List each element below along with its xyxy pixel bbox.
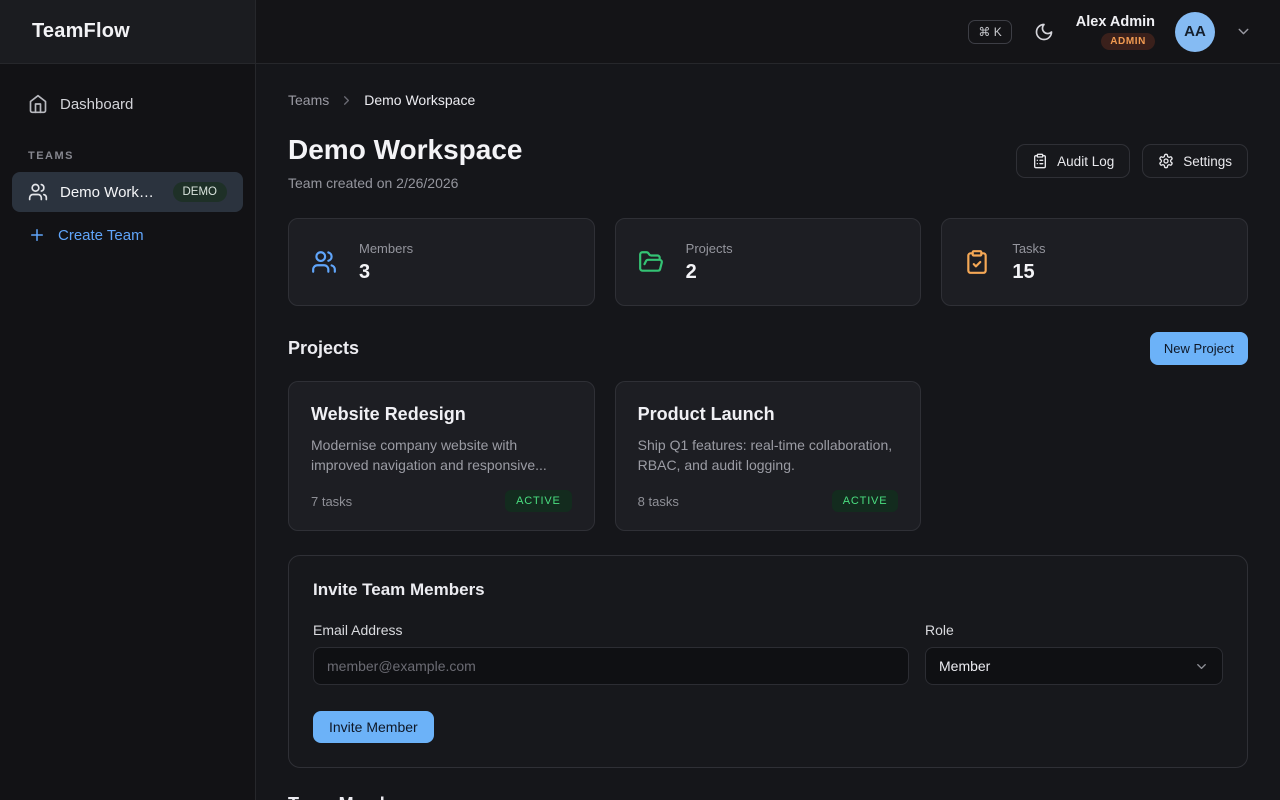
plus-icon: [28, 226, 46, 244]
clipboard-check-icon: [964, 249, 990, 275]
sidebar-item-label: Demo Workspace: [60, 184, 161, 201]
theme-toggle-button[interactable]: [1032, 20, 1056, 44]
new-project-button[interactable]: New Project: [1150, 332, 1248, 365]
home-icon: [28, 94, 48, 114]
role-select[interactable]: Member: [925, 647, 1223, 685]
breadcrumb-teams-link[interactable]: Teams: [288, 92, 329, 108]
invite-heading: Invite Team Members: [313, 580, 1223, 600]
users-icon: [28, 182, 48, 202]
email-label: Email Address: [313, 622, 909, 638]
logo-area: TeamFlow: [0, 0, 256, 63]
role-select-value: Member: [939, 658, 990, 674]
project-card-product-launch[interactable]: Product Launch Ship Q1 features: real-ti…: [615, 381, 922, 531]
stats-row: Members 3 Projects 2 Tasks 1: [288, 218, 1248, 306]
page-title: Demo Workspace: [288, 134, 522, 166]
page-subtitle: Team created on 2/26/2026: [288, 175, 522, 191]
users-icon: [311, 249, 337, 275]
project-title: Website Redesign: [311, 404, 572, 425]
settings-button[interactable]: Settings: [1142, 144, 1248, 178]
command-palette-shortcut[interactable]: ⌘ K: [968, 20, 1011, 44]
project-task-count: 7 tasks: [311, 494, 352, 509]
email-field[interactable]: [313, 647, 909, 685]
chevron-down-icon[interactable]: [1235, 23, 1252, 40]
project-card-website-redesign[interactable]: Website Redesign Modernise company websi…: [288, 381, 595, 531]
chevron-right-icon: [339, 93, 354, 108]
breadcrumb: Teams Demo Workspace: [288, 92, 1248, 108]
header-toolbar: ⌘ K Alex Admin ADMIN AA: [256, 0, 1280, 63]
projects-heading: Projects: [288, 338, 359, 359]
create-team-label: Create Team: [58, 227, 144, 244]
settings-label: Settings: [1183, 154, 1232, 169]
stat-card-projects: Projects 2: [615, 218, 922, 306]
moon-icon: [1034, 22, 1054, 42]
role-label: Role: [925, 622, 1223, 638]
breadcrumb-current: Demo Workspace: [364, 92, 475, 108]
projects-grid: Website Redesign Modernise company websi…: [288, 381, 1248, 531]
chevron-down-icon: [1194, 659, 1209, 674]
user-info: Alex Admin ADMIN: [1076, 14, 1155, 50]
audit-log-button[interactable]: Audit Log: [1016, 144, 1130, 178]
folder-open-icon: [638, 249, 664, 275]
status-badge: ACTIVE: [832, 490, 899, 512]
page-header: Demo Workspace Team created on 2/26/2026…: [288, 134, 1248, 191]
status-badge: ACTIVE: [505, 490, 572, 512]
project-task-count: 8 tasks: [638, 494, 679, 509]
sidebar-section-teams: TEAMS: [28, 150, 243, 162]
user-name: Alex Admin: [1076, 14, 1155, 30]
sidebar-item-demo-workspace[interactable]: Demo Workspace DEMO: [12, 172, 243, 212]
stat-value: 3: [359, 261, 413, 284]
top-header: TeamFlow ⌘ K Alex Admin ADMIN AA: [0, 0, 1280, 64]
stat-value: 15: [1012, 261, 1045, 284]
team-members-heading: Team Members: [288, 794, 1248, 800]
invite-members-card: Invite Team Members Email Address Role M…: [288, 555, 1248, 768]
invite-member-button[interactable]: Invite Member: [313, 711, 434, 743]
sidebar-item-label: Dashboard: [60, 96, 133, 113]
avatar[interactable]: AA: [1175, 12, 1215, 52]
sidebar-item-dashboard[interactable]: Dashboard: [12, 84, 243, 124]
stat-card-tasks: Tasks 15: [941, 218, 1248, 306]
project-title: Product Launch: [638, 404, 899, 425]
sidebar: Dashboard TEAMS Demo Workspace DEMO Crea…: [0, 64, 256, 800]
clipboard-list-icon: [1032, 153, 1048, 169]
project-description: Modernise company website with improved …: [311, 435, 572, 476]
create-team-button[interactable]: Create Team: [12, 216, 243, 254]
stat-label: Tasks: [1012, 241, 1045, 256]
audit-log-label: Audit Log: [1057, 154, 1114, 169]
stat-value: 2: [686, 261, 733, 284]
gear-icon: [1158, 153, 1174, 169]
stat-card-members: Members 3: [288, 218, 595, 306]
stat-label: Members: [359, 241, 413, 256]
user-role-badge: ADMIN: [1101, 33, 1155, 50]
project-description: Ship Q1 features: real-time collaboratio…: [638, 435, 899, 476]
main-content: Teams Demo Workspace Demo Workspace Team…: [256, 64, 1280, 800]
stat-label: Projects: [686, 241, 733, 256]
projects-header: Projects New Project: [288, 332, 1248, 365]
demo-badge: DEMO: [173, 182, 228, 202]
app-logo: TeamFlow: [32, 20, 130, 43]
